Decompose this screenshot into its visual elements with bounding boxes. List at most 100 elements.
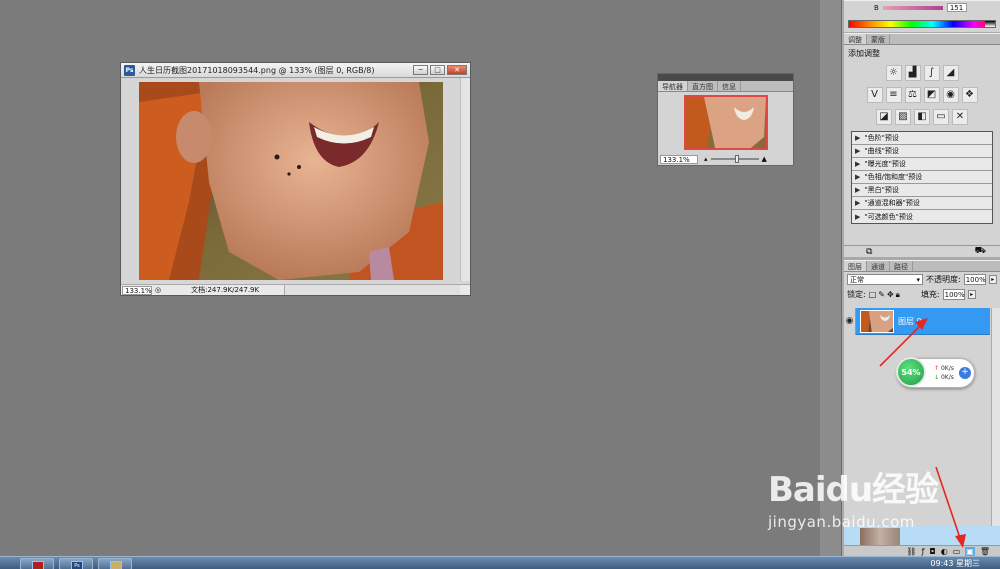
tab-layers[interactable]: 图层 — [844, 261, 867, 271]
tab-navigator[interactable]: 导航器 — [658, 81, 688, 91]
link-layers-icon[interactable]: ⛓ — [906, 547, 916, 556]
layer-mask-icon[interactable]: ◘ — [929, 547, 935, 556]
status-menu-icon[interactable]: ◎ — [155, 286, 161, 294]
channel-mixer-icon[interactable]: ❖ — [961, 87, 978, 103]
exposure-icon[interactable]: ◢ — [942, 65, 959, 81]
preset-channel-mixer[interactable]: ▶ "通道混和器"预设 — [852, 197, 992, 210]
watermark-logo: Baidu经验 — [768, 470, 939, 510]
taskbar-clock: 09:43 星期三 — [930, 559, 980, 568]
layer-thumbnail-image — [861, 310, 893, 332]
expand-arrow-icon: ▶ — [855, 173, 861, 181]
color-spectrum[interactable] — [848, 20, 996, 28]
layer-thumbnail — [860, 309, 894, 333]
preset-label: "曝光度"预设 — [864, 160, 906, 168]
black-white-icon[interactable]: ◩ — [923, 87, 940, 103]
color-panel[interactable]: B 151 — [844, 0, 1000, 32]
expand-widget-icon[interactable]: + — [959, 367, 971, 379]
vertical-scrollbar[interactable] — [460, 78, 470, 281]
watermark-url: jingyan.baidu.com — [768, 513, 915, 531]
new-layer-icon[interactable]: ▣ — [965, 546, 975, 556]
navigator-header[interactable] — [658, 74, 793, 81]
preset-exposure[interactable]: ▶ "曝光度"预设 — [852, 158, 992, 171]
preset-levels[interactable]: ▶ "色阶"预设 — [852, 132, 992, 145]
navigator-panel[interactable]: 导航器 直方图 信息 133.1% ▴ ▲ — [657, 73, 794, 166]
fill-dropdown-icon[interactable]: ▸ — [967, 290, 976, 299]
usage-gauge[interactable]: 54% — [896, 357, 926, 387]
taskbar-item-app1[interactable] — [20, 558, 54, 569]
navigator-thumbnail[interactable] — [684, 95, 768, 150]
taskbar: Ps 09:43 星期三 — [0, 556, 1000, 569]
baidu-watermark: Baidu经验 jingyan.baidu.com — [768, 462, 978, 546]
lock-position-icon[interactable]: ✥ — [887, 290, 894, 300]
preset-selective-color[interactable]: ▶ "可选颜色"预设 — [852, 210, 992, 223]
layer-name[interactable]: 图层 0 — [898, 316, 922, 327]
color-slider[interactable] — [882, 5, 943, 10]
lock-label: 锁定: — [847, 290, 866, 299]
network-speed-widget[interactable]: 54% ↑ 0K/s ↓ 0K/s + — [896, 357, 975, 388]
document-window[interactable]: Ps 人生日历截图20171018093544.png @ 133% (图层 0… — [120, 62, 471, 296]
opacity-dropdown-icon[interactable]: ▸ — [988, 275, 997, 284]
layer-row[interactable]: ◉ 图层 0 — [844, 307, 990, 335]
expand-arrow-icon: ▶ — [855, 134, 861, 142]
preset-black-white[interactable]: ▶ "黑白"预设 — [852, 184, 992, 197]
selective-color-icon[interactable]: ✕ — [952, 109, 968, 125]
navigator-preview-image — [686, 97, 766, 148]
channel-value-field[interactable]: 151 — [946, 3, 967, 12]
grayscale-ramp[interactable] — [985, 21, 995, 27]
tab-histogram[interactable]: 直方图 — [688, 81, 718, 91]
tab-paths[interactable]: 路径 — [890, 261, 913, 271]
zoom-out-icon[interactable]: ▴ — [704, 155, 708, 163]
navigator-zoom-field[interactable]: 133.1% — [660, 154, 698, 164]
lock-pixels-icon[interactable]: ✎ — [878, 290, 885, 300]
document-status-bar: 133.1% ◎ 文档:247.9K/247.9K — [121, 284, 470, 295]
layers-scrollbar[interactable] — [991, 308, 1000, 528]
photo-filter-icon[interactable]: ◉ — [942, 87, 959, 103]
adjustment-options-icon[interactable]: ⛟ — [975, 246, 986, 257]
levels-icon[interactable]: ▟ — [904, 65, 921, 81]
clip-to-layer-icon[interactable]: ⧉ — [866, 247, 872, 257]
layer-style-icon[interactable]: ƒ — [922, 547, 925, 556]
zoom-field[interactable]: 133.1% — [122, 285, 152, 295]
image-canvas[interactable] — [139, 82, 443, 280]
delete-layer-icon[interactable]: 🗑︎ — [980, 547, 990, 556]
adjustments-panel[interactable]: 调整 蒙版 添加调整 ☼ ▟ ∫ ◢ V ≡ ⚖ ◩ ◉ ❖ ◪ ▨ ◧ ▭ ✕… — [844, 33, 1000, 257]
brightness-contrast-icon[interactable]: ☼ — [885, 65, 902, 81]
slider-handle[interactable] — [734, 155, 739, 163]
expand-arrow-icon: ▶ — [855, 147, 861, 155]
color-balance-icon[interactable]: ⚖ — [904, 87, 921, 103]
zoom-in-icon[interactable]: ▲ — [762, 155, 767, 163]
tab-adjustments[interactable]: 调整 — [844, 34, 867, 44]
minimize-button[interactable]: ─ — [413, 65, 428, 75]
lock-all-icon[interactable]: 🔒︎ — [896, 290, 900, 300]
taskbar-item-explorer[interactable] — [98, 558, 132, 569]
document-titlebar[interactable]: Ps 人生日历截图20171018093544.png @ 133% (图层 0… — [121, 63, 470, 78]
close-button[interactable]: ✕ — [447, 65, 467, 75]
taskbar-item-photoshop[interactable]: Ps — [59, 558, 93, 569]
posterize-icon[interactable]: ▨ — [895, 109, 911, 125]
document-title: 人生日历截图20171018093544.png @ 133% (图层 0, R… — [139, 65, 375, 75]
vibrance-icon[interactable]: V — [866, 87, 883, 103]
hue-saturation-icon[interactable]: ≡ — [885, 87, 902, 103]
new-adjustment-icon[interactable]: ◐ — [941, 547, 948, 556]
fill-field[interactable]: 100% — [942, 289, 965, 300]
threshold-icon[interactable]: ◧ — [914, 109, 930, 125]
visibility-eye-icon[interactable]: ◉ — [844, 307, 856, 335]
lock-transparency-icon[interactable]: □ — [869, 290, 877, 300]
preset-hue-saturation[interactable]: ▶ "色相/饱和度"预设 — [852, 171, 992, 184]
opacity-field[interactable]: 100% — [963, 274, 986, 285]
upload-arrow-icon: ↑ — [934, 365, 940, 372]
horizontal-scrollbar[interactable] — [284, 285, 460, 295]
curves-icon[interactable]: ∫ — [923, 65, 940, 81]
navigator-zoom-slider[interactable] — [710, 155, 759, 163]
tab-masks[interactable]: 蒙版 — [867, 34, 890, 44]
restore-button[interactable]: □ — [430, 65, 445, 75]
new-group-icon[interactable]: ▭ — [953, 547, 961, 556]
blend-mode-select[interactable]: 正常 — [847, 274, 923, 285]
download-arrow-icon: ↓ — [934, 374, 940, 381]
gradient-map-icon[interactable]: ▭ — [933, 109, 949, 125]
preset-curves[interactable]: ▶ "曲线"预设 — [852, 145, 992, 158]
preset-list: ▶ "色阶"预设 ▶ "曲线"预设 ▶ "曝光度"预设 ▶ "色相/饱和度"预设 ▶ "黑… — [851, 131, 993, 224]
tab-channels[interactable]: 通道 — [867, 261, 890, 271]
invert-icon[interactable]: ◪ — [876, 109, 892, 125]
tab-info[interactable]: 信息 — [718, 81, 741, 91]
